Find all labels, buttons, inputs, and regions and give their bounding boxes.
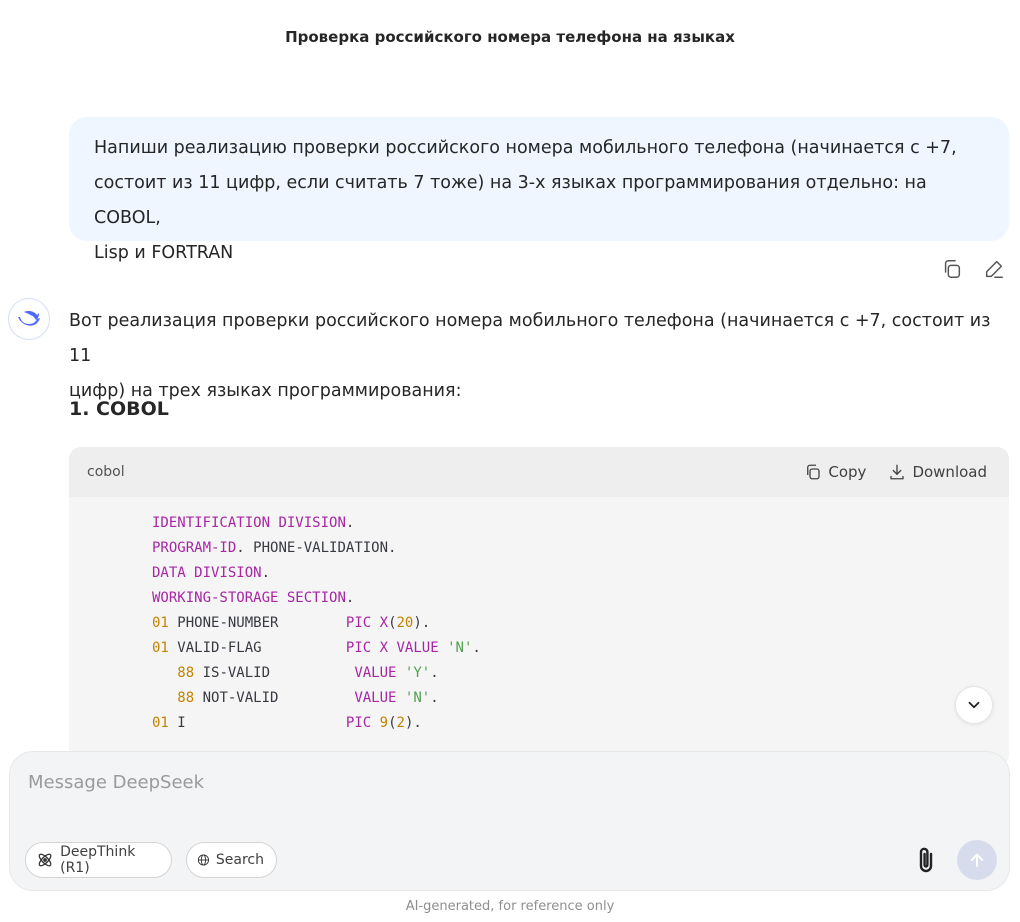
deepthink-toggle[interactable]: DeepThink (R1)	[25, 842, 172, 878]
copy-code-button[interactable]: Copy	[804, 463, 866, 481]
deepthink-label: DeepThink (R1)	[60, 844, 136, 876]
copy-icon[interactable]	[940, 257, 964, 281]
chevron-down-icon	[968, 701, 980, 709]
download-icon	[890, 464, 905, 480]
assistant-intro-line: цифр) на трех языках программирования:	[69, 381, 462, 401]
user-message-bubble: Напиши реализацию проверки российского н…	[69, 117, 1009, 263]
assistant-avatar	[8, 298, 50, 340]
code-line: 01 I PIC 9(2).	[152, 715, 422, 731]
code-line: WORKING-STORAGE SECTION.	[152, 590, 355, 606]
user-message-line: Напиши реализацию проверки российского н…	[94, 138, 957, 158]
copy-code-label: Copy	[828, 463, 867, 481]
attach-file-button[interactable]	[911, 843, 941, 877]
code-line: 01 VALID-FLAG PIC X VALUE 'N'.	[152, 640, 481, 656]
deepseek-whale-icon	[18, 311, 40, 326]
message-composer: Message DeepSeek DeepThink (R1) Search	[9, 751, 1010, 891]
send-button[interactable]	[957, 840, 997, 880]
section-heading: 1. COBOL	[69, 398, 169, 420]
atom-icon	[38, 853, 52, 867]
ai-disclaimer: AI-generated, for reference only	[405, 899, 615, 914]
edit-icon[interactable]	[982, 257, 1006, 281]
globe-icon	[197, 854, 210, 866]
message-input[interactable]: Message DeepSeek	[28, 772, 204, 793]
assistant-intro-line: Вот реализация проверки российского номе…	[69, 311, 991, 366]
conversation-title: Проверка российского номера телефона на …	[285, 28, 735, 46]
code-block: cobol Copy Download IDENTIFICATION DIVIS…	[69, 447, 1009, 767]
paperclip-icon	[919, 847, 933, 873]
code-block-header: cobol Copy Download	[69, 447, 1009, 497]
code-line: 88 NOT-VALID VALUE 'N'.	[177, 690, 439, 706]
message-actions	[940, 257, 1006, 281]
code-line: IDENTIFICATION DIVISION.	[152, 515, 355, 531]
code-line: PROGRAM-ID. PHONE-VALIDATION.	[152, 540, 397, 556]
code-language-label: cobol	[87, 464, 125, 480]
scroll-to-bottom-button[interactable]	[955, 686, 993, 724]
user-message-line: Lisp и FORTRAN	[94, 243, 234, 263]
user-message-line: состоит из 11 цифр, если считать 7 тоже)…	[94, 173, 927, 228]
code-line: DATA DIVISION.	[152, 565, 271, 581]
code-line: 01 PHONE-NUMBER PIC X(20).	[152, 615, 431, 631]
code-content: IDENTIFICATION DIVISION. PROGRAM-ID. PHON…	[69, 497, 1009, 736]
copy-icon	[807, 464, 821, 480]
search-label: Search	[215, 852, 264, 868]
code-line: 88 IS-VALID VALUE 'Y'.	[177, 665, 439, 681]
search-toggle[interactable]: Search	[186, 842, 277, 878]
arrow-up-icon	[970, 853, 984, 867]
download-code-label: Download	[912, 463, 987, 481]
assistant-answer: Вот реализация проверки российского номе…	[69, 304, 1014, 409]
download-code-button[interactable]: Download	[888, 463, 987, 481]
